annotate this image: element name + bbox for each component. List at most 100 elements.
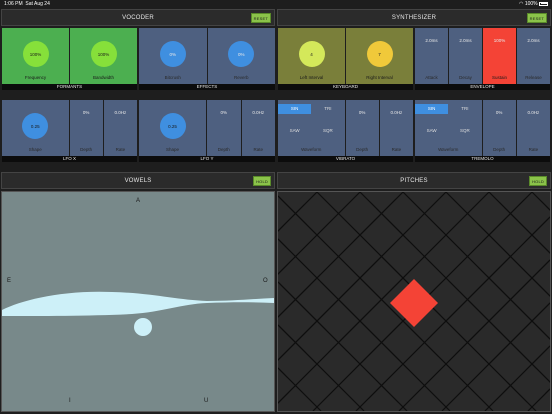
pitch-grid-line xyxy=(531,192,550,211)
vocoder-reset-button[interactable]: RESET xyxy=(250,13,271,23)
lfo-y-shape-knob[interactable]: 0.25 xyxy=(159,113,186,139)
status-battery: ◠ 100% xyxy=(519,1,548,7)
tremolo-title: TREMOLO xyxy=(415,156,550,162)
pitch-grid-line xyxy=(355,216,550,411)
decay-label: Decay xyxy=(459,75,472,80)
vowel-e-label: E xyxy=(7,278,12,284)
bitcrush-control[interactable]: 0% Bitcrush xyxy=(139,28,208,84)
battery-icon xyxy=(539,1,548,6)
lfo-x-depth-control[interactable]: 0% Depth xyxy=(69,100,104,156)
tremolo-rate-value: 0.0Hz xyxy=(527,110,540,115)
vibrato-depth-control[interactable]: 0% Depth xyxy=(345,100,380,156)
lfo-y-rate-value: 0.0Hz xyxy=(252,110,265,115)
tremolo-sqr-option[interactable]: SQR xyxy=(448,126,481,136)
tremolo-rate-label: Rate xyxy=(528,147,539,152)
vibrato-rate-control[interactable]: 0.0Hz Rate xyxy=(379,100,413,156)
vowel-cursor[interactable] xyxy=(134,318,152,336)
lfo-x-shape-control[interactable]: 0.25 Shape xyxy=(2,100,70,156)
frequency-knob[interactable]: 100% xyxy=(22,41,49,67)
pitch-grid-line xyxy=(445,192,550,297)
bitcrush-label: Bitcrush xyxy=(164,75,181,80)
reverb-knob[interactable]: 0% xyxy=(228,41,255,67)
keyboard-title: KEYBOARD xyxy=(278,84,413,90)
vowel-shape xyxy=(2,291,274,316)
bitcrush-knob[interactable]: 0% xyxy=(159,41,186,67)
effects-title: EFFECTS xyxy=(139,84,275,90)
vibrato-tri-option[interactable]: TRI xyxy=(311,104,344,114)
tremolo-tri-option[interactable]: TRI xyxy=(448,104,481,114)
right-interval-label: Right Interval xyxy=(366,75,393,80)
lfo-y-depth-label: Depth xyxy=(217,147,230,152)
lfo-x-rate-control[interactable]: 0.0Hz Rate xyxy=(103,100,137,156)
reverb-label: Reverb xyxy=(233,75,249,80)
vibrato-depth-label: Depth xyxy=(356,147,369,152)
right-interval-knob[interactable]: 7 xyxy=(366,41,393,67)
pitches-pad[interactable] xyxy=(277,191,551,412)
pitch-grid-line xyxy=(484,345,550,411)
tremolo-rate-control[interactable]: 0.0Hz Rate xyxy=(516,100,550,156)
vowel-i-label: I xyxy=(69,398,71,404)
synthesizer-reset-button[interactable]: RESET xyxy=(526,13,547,23)
tremolo-depth-control[interactable]: 0% Depth xyxy=(482,100,517,156)
pitch-grid-line xyxy=(278,195,494,411)
tremolo-depth-value: 0% xyxy=(495,110,503,115)
tremolo-sin-option[interactable]: SIN xyxy=(415,104,449,114)
right-interval-control[interactable]: 7 Right Interval xyxy=(346,28,413,84)
bandwidth-knob[interactable]: 100% xyxy=(90,41,117,67)
vocoder-title: VOCODER xyxy=(122,14,154,21)
frequency-control[interactable]: 100% Frequency xyxy=(2,28,70,84)
vibrato-panel: SIN TRI SAW SQR Waveform 0% Depth 0.0Hz … xyxy=(278,100,413,162)
release-control[interactable]: 2.0ms Release xyxy=(517,28,550,84)
left-interval-control[interactable]: 4 Left Interval xyxy=(278,28,346,84)
pitch-grid-line xyxy=(488,192,550,254)
bandwidth-control[interactable]: 100% Bandwidth xyxy=(70,28,137,84)
vibrato-saw-option[interactable]: SAW xyxy=(278,126,311,136)
vibrato-sin-option[interactable]: SIN xyxy=(278,104,312,114)
attack-value: 2.0ms xyxy=(425,38,438,43)
vowel-u-label: U xyxy=(204,398,209,404)
lfo-x-depth-label: Depth xyxy=(80,147,93,152)
pitches-hold-button[interactable]: HOLD xyxy=(529,176,547,186)
left-interval-label: Left Interval xyxy=(299,75,324,80)
sustain-value: 100% xyxy=(493,38,506,43)
vibrato-waveform-label: Waveform xyxy=(301,147,322,152)
lfo-y-rate-label: Rate xyxy=(253,147,263,152)
active-pitch-cell xyxy=(390,279,438,327)
pitches-header: PITCHES HOLD xyxy=(277,172,551,189)
tremolo-waveform-label: Waveform xyxy=(438,147,459,152)
formants-title: FORMANTS xyxy=(2,84,137,90)
vowels-pad[interactable]: A E O I U xyxy=(1,191,275,412)
decay-control[interactable]: 2.0ms Decay xyxy=(449,28,483,84)
vibrato-depth-value: 0% xyxy=(358,110,366,115)
release-value: 2.0ms xyxy=(527,38,540,43)
effects-panel: 0% Bitcrush 0% Reverb EFFECTS xyxy=(139,28,275,90)
lfo-x-rate-label: Rate xyxy=(115,147,126,152)
vibrato-waveform-control: SIN TRI SAW SQR Waveform xyxy=(278,100,346,156)
sustain-control[interactable]: 100% Sustain xyxy=(483,28,517,84)
release-label: Release xyxy=(525,75,542,80)
lfo-y-depth-control[interactable]: 0% Depth xyxy=(207,100,242,156)
tremolo-panel: SIN TRI SAW SQR Waveform 0% Depth 0.0Hz … xyxy=(415,100,550,162)
vibrato-rate-value: 0.0Hz xyxy=(390,110,403,115)
vibrato-title: VIBRATO xyxy=(278,156,413,162)
lfo-y-shape-label: Shape xyxy=(165,147,179,152)
lfo-x-panel: 0.25 Shape 0% Depth 0.0Hz Rate LFO X xyxy=(2,100,137,162)
vowel-o-label: O xyxy=(263,278,268,284)
frequency-label: Frequency xyxy=(24,75,47,80)
vibrato-sqr-option[interactable]: SQR xyxy=(311,126,344,136)
lfo-x-shape-knob[interactable]: 0.25 xyxy=(22,113,49,139)
vowels-header: VOWELS HOLD xyxy=(1,172,275,189)
vowels-hold-button[interactable]: HOLD xyxy=(253,176,271,186)
reverb-control[interactable]: 0% Reverb xyxy=(207,28,275,84)
tremolo-waveform-control: SIN TRI SAW SQR Waveform xyxy=(415,100,483,156)
envelope-title: ENVELOPE xyxy=(415,84,550,90)
vowels-title: VOWELS xyxy=(124,177,152,184)
lfo-y-shape-control[interactable]: 0.25 Shape xyxy=(139,100,207,156)
lfo-x-shape-label: Shape xyxy=(28,147,42,152)
pitch-grid-line xyxy=(278,192,361,275)
tremolo-saw-option[interactable]: SAW xyxy=(415,126,448,136)
left-interval-knob[interactable]: 4 xyxy=(298,41,325,67)
lfo-y-rate-control[interactable]: 0.0Hz Rate xyxy=(241,100,275,156)
attack-control[interactable]: 2.0ms Attack xyxy=(415,28,449,84)
wifi-icon: ◠ xyxy=(519,1,524,7)
